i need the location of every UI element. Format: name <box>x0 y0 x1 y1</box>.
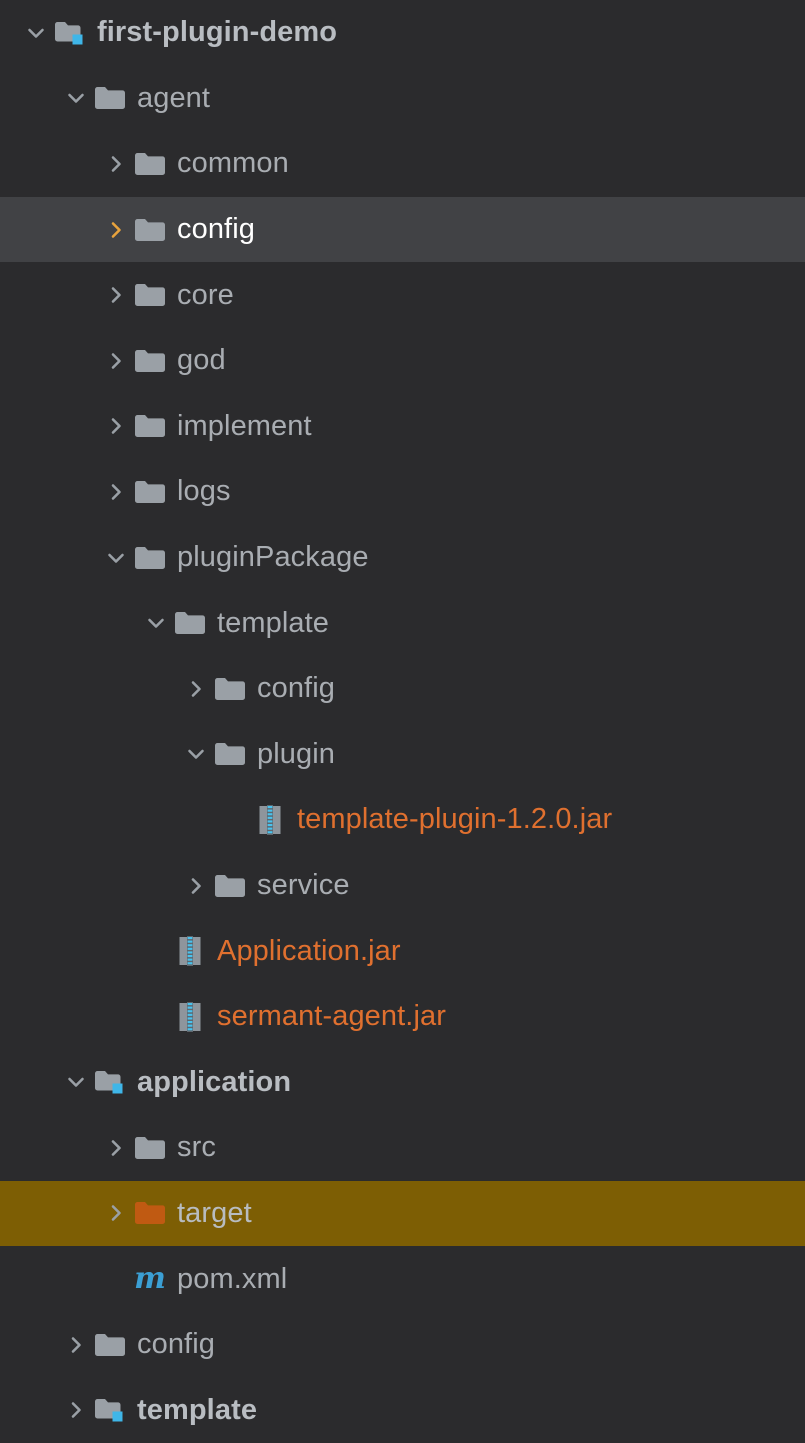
tree-row-label: config <box>177 213 255 246</box>
folder-icon <box>92 83 128 113</box>
folder-icon <box>132 346 168 376</box>
twisty-placeholder <box>142 1003 170 1031</box>
tree-row[interactable]: pluginPackage <box>0 525 805 591</box>
jar-archive-icon <box>172 936 208 967</box>
maven-pom-icon: m <box>134 1261 166 1297</box>
chevron-down-icon[interactable] <box>102 544 130 572</box>
chevron-down-icon[interactable] <box>182 740 210 768</box>
folder-orange-icon <box>132 1198 168 1228</box>
chevron-right-icon[interactable] <box>102 150 130 178</box>
tree-row-label: pluginPackage <box>177 541 369 574</box>
project-tree[interactable]: first-plugin-demo agent common config core go… <box>0 0 805 1442</box>
chevron-right-icon[interactable] <box>102 1199 130 1227</box>
tree-row-label: config <box>137 1328 215 1361</box>
tree-row[interactable]: config <box>0 196 805 263</box>
chevron-down-icon[interactable] <box>22 19 50 47</box>
chevron-right-icon[interactable] <box>102 412 130 440</box>
tree-row-label: first-plugin-demo <box>97 16 338 49</box>
tree-row-label: sermant-agent.jar <box>217 1000 446 1033</box>
tree-row-label: common <box>177 147 289 180</box>
tree-row-label: god <box>177 344 226 377</box>
tree-row-label: logs <box>177 475 231 508</box>
tree-row[interactable]: agent <box>0 66 805 132</box>
chevron-down-icon[interactable] <box>142 609 170 637</box>
tree-row-label: template-plugin-1.2.0.jar <box>297 803 613 836</box>
tree-row[interactable]: template <box>0 1377 805 1443</box>
tree-row[interactable]: m pom.xml <box>0 1246 805 1312</box>
tree-row[interactable]: sermant-agent.jar <box>0 984 805 1050</box>
chevron-down-icon[interactable] <box>62 84 90 112</box>
tree-row[interactable]: implement <box>0 394 805 460</box>
chevron-right-icon[interactable] <box>102 478 130 506</box>
folder-icon <box>212 871 248 901</box>
folder-icon <box>132 477 168 507</box>
jar-archive-icon <box>252 804 288 835</box>
chevron-down-icon[interactable] <box>62 1068 90 1096</box>
module-folder-icon <box>92 1395 128 1425</box>
tree-row[interactable]: service <box>0 853 805 919</box>
tree-row-label: implement <box>177 409 312 442</box>
folder-icon <box>132 149 168 179</box>
tree-row-label: core <box>177 278 234 311</box>
tree-row-label: pom.xml <box>177 1262 288 1295</box>
twisty-placeholder <box>142 937 170 965</box>
twisty-placeholder <box>222 806 250 834</box>
module-folder-icon <box>92 1067 128 1097</box>
chevron-right-icon[interactable] <box>102 216 130 244</box>
chevron-right-icon[interactable] <box>182 872 210 900</box>
tree-row[interactable]: god <box>0 328 805 394</box>
tree-row-label: target <box>177 1196 252 1229</box>
folder-icon <box>132 215 168 245</box>
tree-row[interactable]: plugin <box>0 722 805 788</box>
folder-icon <box>132 280 168 310</box>
tree-row[interactable]: config <box>0 656 805 722</box>
tree-row-label: src <box>177 1131 216 1164</box>
folder-icon <box>212 674 248 704</box>
module-folder-icon <box>52 18 88 48</box>
jar-archive-icon <box>172 1001 208 1032</box>
tree-row[interactable]: config <box>0 1312 805 1378</box>
tree-row-label: application <box>137 1065 292 1098</box>
tree-row-label: service <box>257 869 350 902</box>
chevron-right-icon[interactable] <box>62 1331 90 1359</box>
folder-icon <box>132 1133 168 1163</box>
folder-icon <box>92 1330 128 1360</box>
tree-row-label: template <box>137 1393 258 1426</box>
twisty-placeholder <box>102 1265 130 1293</box>
tree-row[interactable]: common <box>0 131 805 197</box>
tree-row-label: config <box>257 672 335 705</box>
folder-icon <box>132 411 168 441</box>
tree-row-label: plugin <box>257 737 335 770</box>
chevron-right-icon[interactable] <box>182 675 210 703</box>
tree-row[interactable]: template-plugin-1.2.0.jar <box>0 787 805 853</box>
tree-row[interactable]: logs <box>0 459 805 525</box>
tree-row[interactable]: Application.jar <box>0 918 805 984</box>
tree-row[interactable]: template <box>0 590 805 656</box>
tree-row-label: template <box>217 606 330 639</box>
chevron-right-icon[interactable] <box>62 1396 90 1424</box>
chevron-right-icon[interactable] <box>102 281 130 309</box>
tree-row[interactable]: target <box>0 1180 805 1247</box>
chevron-right-icon[interactable] <box>102 347 130 375</box>
tree-row[interactable]: application <box>0 1050 805 1116</box>
folder-icon <box>212 739 248 769</box>
folder-icon <box>172 608 208 638</box>
tree-row[interactable]: src <box>0 1115 805 1181</box>
tree-row[interactable]: core <box>0 262 805 328</box>
tree-row[interactable]: first-plugin-demo <box>0 0 805 66</box>
chevron-right-icon[interactable] <box>102 1134 130 1162</box>
tree-row-label: agent <box>137 81 211 114</box>
tree-row-label: Application.jar <box>217 934 401 967</box>
folder-icon <box>132 543 168 573</box>
